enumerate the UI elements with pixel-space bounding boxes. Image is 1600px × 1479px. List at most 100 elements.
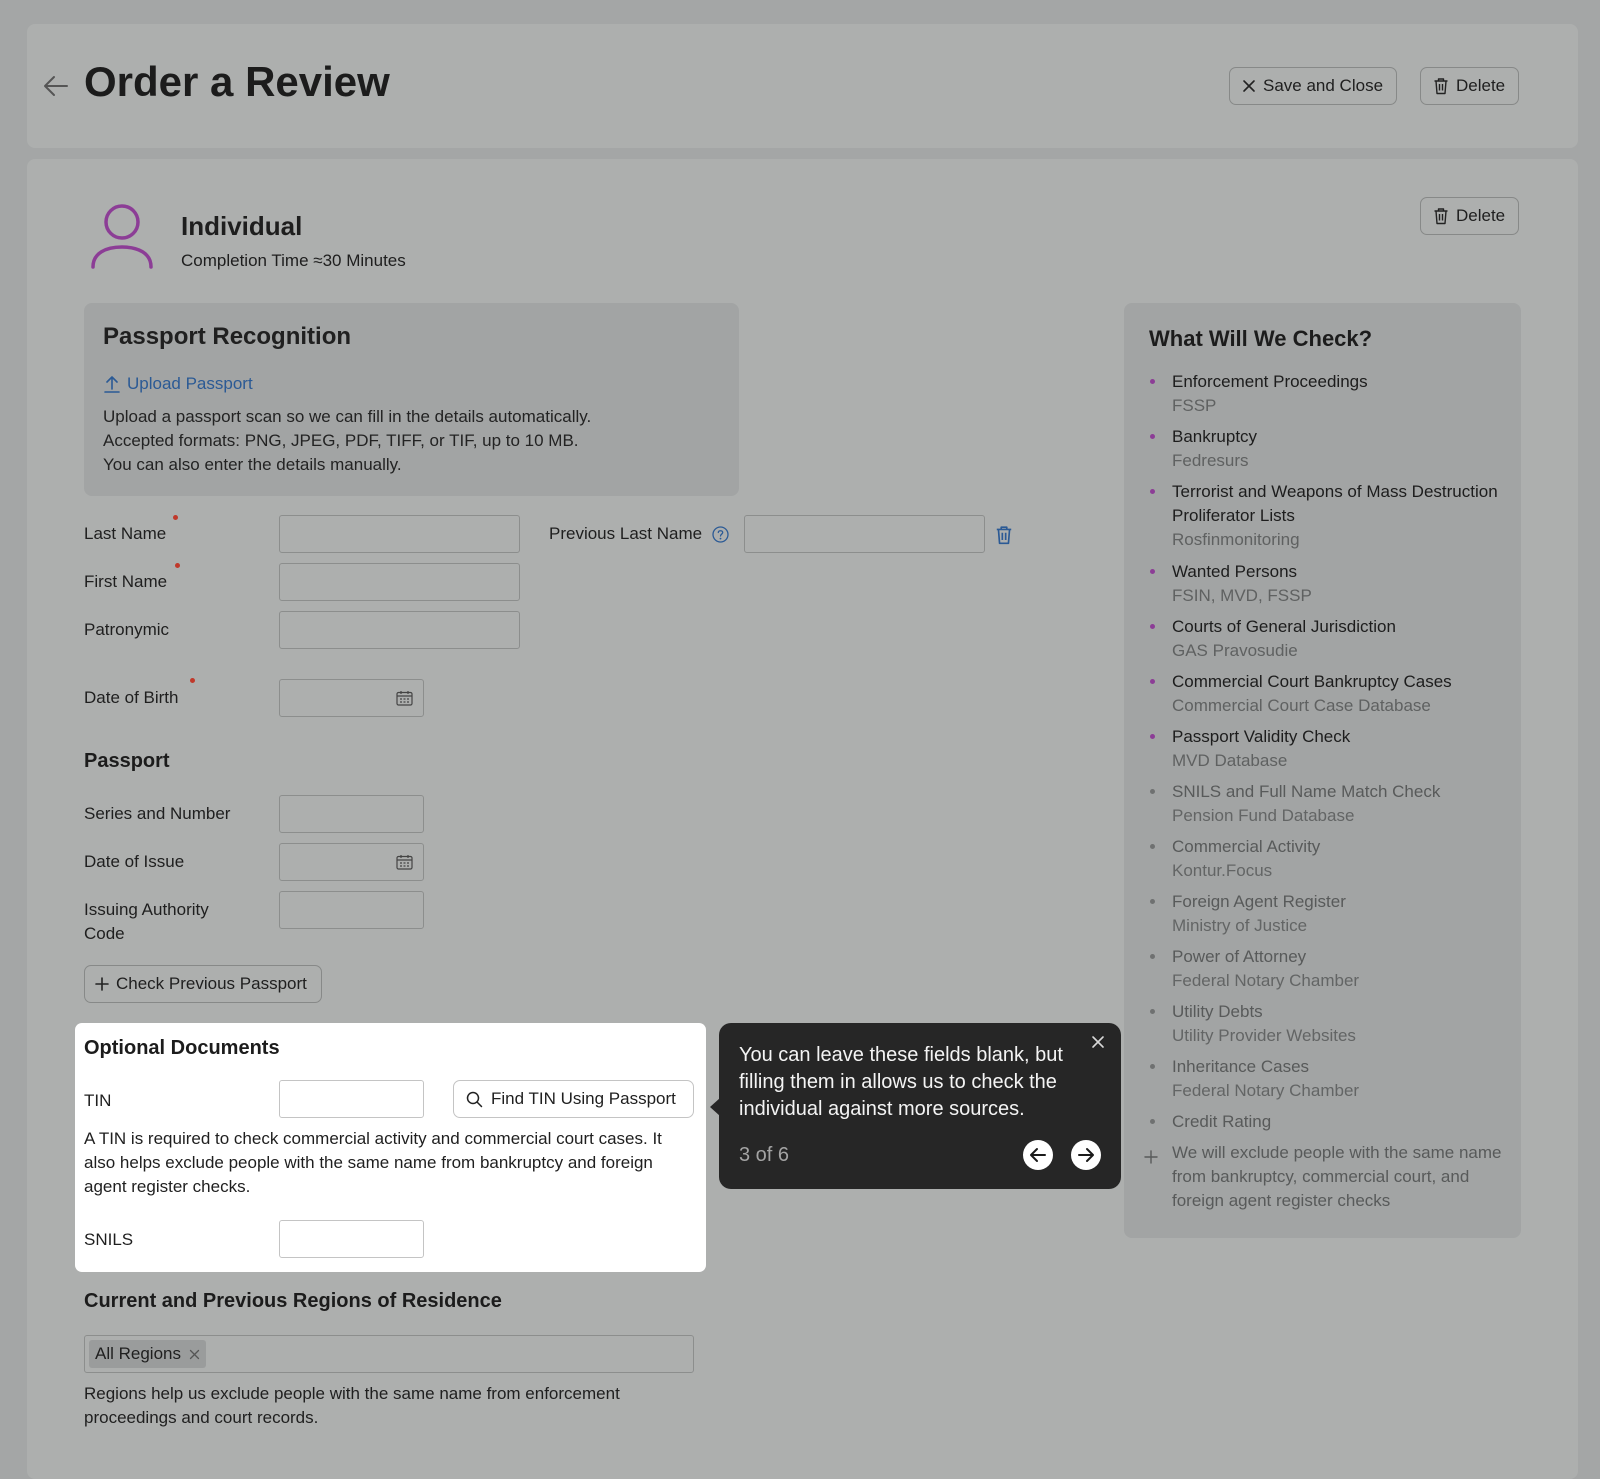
upload-passport-link[interactable]: Upload Passport <box>103 374 253 394</box>
optional-documents-title: Optional Documents <box>84 1037 280 1059</box>
calendar-icon[interactable] <box>396 854 413 870</box>
date-of-birth-input[interactable] <box>279 679 424 717</box>
check-item: SNILS and Full Name Match Check Pension F… <box>1150 780 1502 828</box>
optional-documents-panel: Optional Documents TIN Find TIN Using Pa… <box>75 1023 706 1272</box>
bullet-icon <box>1150 569 1155 574</box>
check-item-source: Federal Notary Chamber <box>1172 1081 1360 1100</box>
find-tin-button[interactable]: Find TIN Using Passport <box>453 1080 694 1118</box>
tin-input[interactable] <box>279 1080 424 1118</box>
tin-label: TIN <box>84 1091 112 1110</box>
check-item-source: GAS Pravosudie <box>1172 641 1298 660</box>
last-name-input[interactable] <box>279 515 520 553</box>
tooltip-step-counter: 3 of 6 <box>739 1144 790 1166</box>
trash-icon[interactable] <box>995 525 1013 545</box>
upload-desc-line: Accepted formats: PNG, JPEG, PDF, TIFF, … <box>103 431 579 450</box>
checks-title: What Will We Check? <box>1149 326 1373 351</box>
checks-panel: What Will We Check? Enforcement Proceedi… <box>1124 303 1521 1238</box>
check-item-name: Passport Validity Check <box>1172 727 1351 746</box>
upload-description: Upload a passport scan so we can fill in… <box>103 405 591 477</box>
check-item-name: Foreign Agent Register <box>1172 892 1346 911</box>
previous-last-name-input[interactable] <box>744 515 985 553</box>
check-item-name: SNILS and Full Name Match Check <box>1172 782 1441 801</box>
header-delete-button[interactable]: Delete <box>1420 67 1520 105</box>
help-icon[interactable] <box>712 526 729 543</box>
check-item-source: FSSP <box>1172 396 1217 415</box>
onboarding-tooltip: You can leave these fields blank, but fi… <box>710 1023 1121 1189</box>
snils-label: SNILS <box>84 1230 134 1249</box>
series-number-input[interactable] <box>279 795 424 833</box>
check-item-name: Terrorist and Weapons of Mass Destructio… <box>1172 482 1498 525</box>
save-and-close-label: Save and Close <box>1263 76 1384 95</box>
arrow-left-icon <box>1030 1148 1046 1162</box>
first-name-input[interactable] <box>279 563 520 601</box>
back-arrow-icon[interactable] <box>42 72 70 100</box>
person-icon <box>91 204 153 269</box>
tooltip-previous-button[interactable] <box>1023 1140 1053 1170</box>
trash-icon <box>1434 208 1448 225</box>
patronymic-label: Patronymic <box>84 620 170 639</box>
check-previous-passport-button[interactable]: Check Previous Passport <box>84 965 322 1003</box>
previous-last-name-label: Previous Last Name <box>549 524 703 543</box>
bullet-icon <box>1150 899 1155 904</box>
bullet-icon <box>1150 844 1155 849</box>
regions-description: Regions help us exclude people with the … <box>84 1384 620 1427</box>
issuing-authority-label-line: Issuing Authority <box>84 900 209 919</box>
page-title: Order a Review <box>84 58 390 105</box>
region-tag-label: All Regions <box>95 1344 181 1363</box>
calendar-icon[interactable] <box>396 690 413 706</box>
passport-section-title: Passport <box>84 750 170 772</box>
check-item: Bankruptcy Fedresurs <box>1150 425 1502 473</box>
remove-tag-icon[interactable] <box>189 1349 200 1360</box>
trash-icon <box>1434 78 1448 95</box>
required-indicator <box>175 563 180 568</box>
bullet-icon <box>1150 1064 1155 1069</box>
passport-recognition-panel: Passport Recognition Upload Passport Upl… <box>84 303 739 496</box>
check-item-name: Commercial Activity <box>1172 837 1321 856</box>
date-of-issue-label: Date of Issue <box>84 852 185 871</box>
issuing-authority-label: Issuing Authority Code <box>84 898 209 946</box>
exclude-note: We will exclude people with the same nam… <box>1172 1143 1502 1210</box>
check-previous-passport-label: Check Previous Passport <box>116 974 307 993</box>
bullet-icon <box>1150 489 1155 494</box>
bullet-icon <box>1150 1009 1155 1014</box>
check-item-name: Courts of General Jurisdiction <box>1172 617 1396 636</box>
passport-recognition-title: Passport Recognition <box>103 323 352 350</box>
bullet-icon <box>1150 789 1155 794</box>
check-item-name: Inheritance Cases <box>1172 1057 1310 1076</box>
check-item-name: Bankruptcy <box>1172 427 1258 446</box>
check-item-source: Kontur.Focus <box>1172 861 1273 880</box>
check-item-source: Fedresurs <box>1172 451 1249 470</box>
individual-delete-label: Delete <box>1456 206 1506 225</box>
bullet-icon <box>1150 434 1155 439</box>
individual-title: Individual <box>181 211 303 241</box>
regions-input[interactable]: All Regions <box>84 1335 694 1373</box>
bullet-icon <box>1150 379 1155 384</box>
individual-delete-button[interactable]: Delete <box>1420 197 1520 235</box>
arrow-right-icon <box>1078 1148 1094 1162</box>
check-item-source: Rosfinmonitoring <box>1172 530 1300 549</box>
region-tag: All Regions <box>89 1340 206 1368</box>
check-item: Enforcement Proceedings FSSP <box>1150 370 1502 418</box>
patronymic-input[interactable] <box>279 611 520 649</box>
check-item-source: Utility Provider Websites <box>1172 1026 1356 1045</box>
check-item: Inheritance Cases Federal Notary Chamber <box>1150 1055 1502 1103</box>
upload-passport-label: Upload Passport <box>127 374 253 393</box>
date-of-issue-input[interactable] <box>279 843 424 881</box>
date-of-birth-label: Date of Birth <box>84 688 179 707</box>
check-item: Commercial Activity Kontur.Focus <box>1150 835 1502 883</box>
check-item-source: Pension Fund Database <box>1172 806 1355 825</box>
snils-input[interactable] <box>279 1220 424 1258</box>
bullet-icon <box>1150 624 1155 629</box>
series-number-label: Series and Number <box>84 804 231 823</box>
tooltip-next-button[interactable] <box>1071 1140 1101 1170</box>
check-item: Utility Debts Utility Provider Websites <box>1150 1000 1502 1048</box>
last-name-label: Last Name <box>84 524 167 543</box>
check-item: Foreign Agent Register Ministry of Justic… <box>1150 890 1502 938</box>
bullet-icon <box>1150 679 1155 684</box>
upload-desc-line: Upload a passport scan so we can fill in… <box>103 407 592 426</box>
check-item-name: Utility Debts <box>1172 1002 1263 1021</box>
issuing-authority-code-input[interactable] <box>279 891 424 929</box>
close-icon[interactable] <box>1091 1035 1105 1049</box>
header-delete-label: Delete <box>1456 76 1506 95</box>
save-and-close-button[interactable]: Save and Close <box>1229 67 1398 105</box>
